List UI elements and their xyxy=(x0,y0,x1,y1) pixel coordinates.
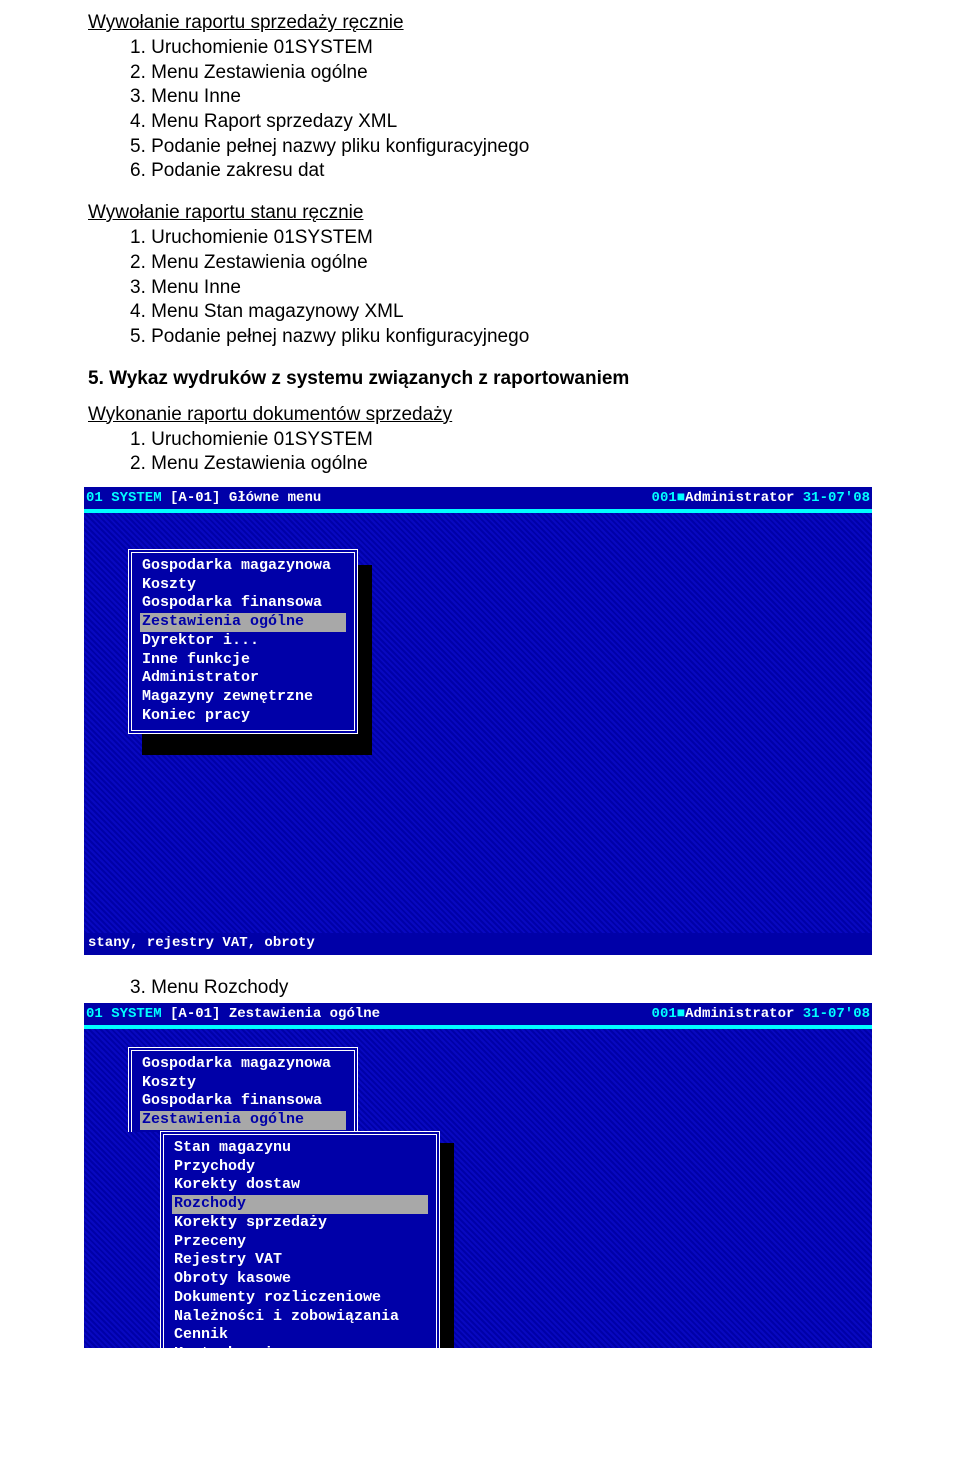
list-execute-sales: 1. Uruchomienie 01SYSTEM 2. Menu Zestawi… xyxy=(88,428,870,477)
terminal-id: 001■ xyxy=(652,490,686,506)
list-item: 2. Menu Zestawienia ogólne xyxy=(130,61,870,86)
menu-item-selected[interactable]: Zestawienia ogólne xyxy=(140,1111,346,1130)
menu-item[interactable]: Koniec pracy xyxy=(140,707,346,726)
terminal-status-bar: stany, rejestry VAT, obroty xyxy=(84,933,872,955)
terminal-zestawienia: 01 SYSTEM [A-01] Zestawienia ogólne 001■… xyxy=(84,1003,872,1348)
submenu-item[interactable]: Korekty sprzedaży xyxy=(172,1214,428,1233)
list-stock-report: 1. Uruchomienie 01SYSTEM 2. Menu Zestawi… xyxy=(88,226,870,349)
submenu-item[interactable]: Przeceny xyxy=(172,1233,428,1252)
terminal-date: 31-07'08 xyxy=(803,1006,870,1022)
list-item: 1. Uruchomienie 01SYSTEM xyxy=(130,226,870,251)
submenu-item[interactable]: Stan magazynu xyxy=(172,1139,428,1158)
section-title-sales-report: Wywołanie raportu sprzedaży ręcznie xyxy=(88,12,870,34)
terminal-id: 001■ xyxy=(652,1006,686,1022)
step-menu-rozchody: 3. Menu Rozchody xyxy=(88,977,870,999)
menu-item[interactable]: Magazyny zewnętrzne xyxy=(140,688,346,707)
terminal-screen-title: [A-01] Główne menu xyxy=(170,490,321,506)
main-menu-box[interactable]: Gospodarka magazynowa Koszty Gospodarka … xyxy=(128,549,358,734)
terminal-date: 31-07'08 xyxy=(803,490,870,506)
section-title-printouts: 5. Wykaz wydruków z systemu związanych z… xyxy=(88,368,870,390)
terminal-screen-title: [A-01] Zestawienia ogólne xyxy=(170,1006,380,1022)
section-title-execute-sales: Wykonanie raportu dokumentów sprzedaży xyxy=(88,404,870,426)
submenu-item[interactable]: Należności i zobowiązania xyxy=(172,1308,428,1327)
terminal-app-name: 01 SYSTEM xyxy=(86,490,170,506)
list-item: 5. Podanie pełnej nazwy pliku konfigurac… xyxy=(130,135,870,160)
list-item: 6. Podanie zakresu dat xyxy=(130,159,870,184)
submenu-item-selected[interactable]: Rozchody xyxy=(172,1195,428,1214)
submenu-item[interactable]: Rejestry VAT xyxy=(172,1251,428,1270)
terminal-main-menu: 01 SYSTEM [A-01] Główne menu 001■Adminis… xyxy=(84,487,872,955)
terminal-user: Administrator xyxy=(685,1006,803,1022)
list-sales-report: 1. Uruchomienie 01SYSTEM 2. Menu Zestawi… xyxy=(88,36,870,184)
list-item: 5. Podanie pełnej nazwy pliku konfigurac… xyxy=(130,325,870,350)
list-item: 2. Menu Zestawienia ogólne xyxy=(130,251,870,276)
menu-item[interactable]: Dyrektor i... xyxy=(140,632,346,651)
menu-item[interactable]: Administrator xyxy=(140,669,346,688)
list-item: 2. Menu Zestawienia ogólne xyxy=(130,452,870,477)
terminal-title-bar: 01 SYSTEM [A-01] Główne menu 001■Adminis… xyxy=(84,487,872,509)
menu-item[interactable]: Gospodarka magazynowa xyxy=(140,1055,346,1074)
terminal-title-bar: 01 SYSTEM [A-01] Zestawienia ogólne 001■… xyxy=(84,1003,872,1025)
submenu-item[interactable]: Kontrahenci xyxy=(172,1345,428,1348)
list-item: 3. Menu Inne xyxy=(130,85,870,110)
menu-item-selected[interactable]: Zestawienia ogólne xyxy=(140,613,346,632)
submenu-item[interactable]: Obroty kasowe xyxy=(172,1270,428,1289)
list-item: 1. Uruchomienie 01SYSTEM xyxy=(130,36,870,61)
menu-item[interactable]: Inne funkcje xyxy=(140,651,346,670)
section-title-stock-report: Wywołanie raportu stanu ręcznie xyxy=(88,202,870,224)
terminal-user: Administrator xyxy=(685,490,803,506)
list-item: 4. Menu Stan magazynowy XML xyxy=(130,300,870,325)
list-item: 4. Menu Raport sprzedazy XML xyxy=(130,110,870,135)
submenu-item[interactable]: Przychody xyxy=(172,1158,428,1177)
terminal-app-name: 01 SYSTEM xyxy=(86,1006,170,1022)
submenu-item[interactable]: Dokumenty rozliczeniowe xyxy=(172,1289,428,1308)
outer-menu-box[interactable]: Gospodarka magazynowa Koszty Gospodarka … xyxy=(128,1047,358,1132)
submenu-item[interactable]: Cennik xyxy=(172,1326,428,1345)
list-item: 1. Uruchomienie 01SYSTEM xyxy=(130,428,870,453)
menu-item[interactable]: Koszty xyxy=(140,1074,346,1093)
menu-item[interactable]: Gospodarka finansowa xyxy=(140,594,346,613)
submenu-item[interactable]: Korekty dostaw xyxy=(172,1176,428,1195)
menu-item[interactable]: Koszty xyxy=(140,576,346,595)
menu-item[interactable]: Gospodarka magazynowa xyxy=(140,557,346,576)
list-item: 3. Menu Inne xyxy=(130,276,870,301)
menu-item[interactable]: Gospodarka finansowa xyxy=(140,1092,346,1111)
submenu-box[interactable]: Stan magazynu Przychody Korekty dostaw R… xyxy=(160,1131,440,1348)
